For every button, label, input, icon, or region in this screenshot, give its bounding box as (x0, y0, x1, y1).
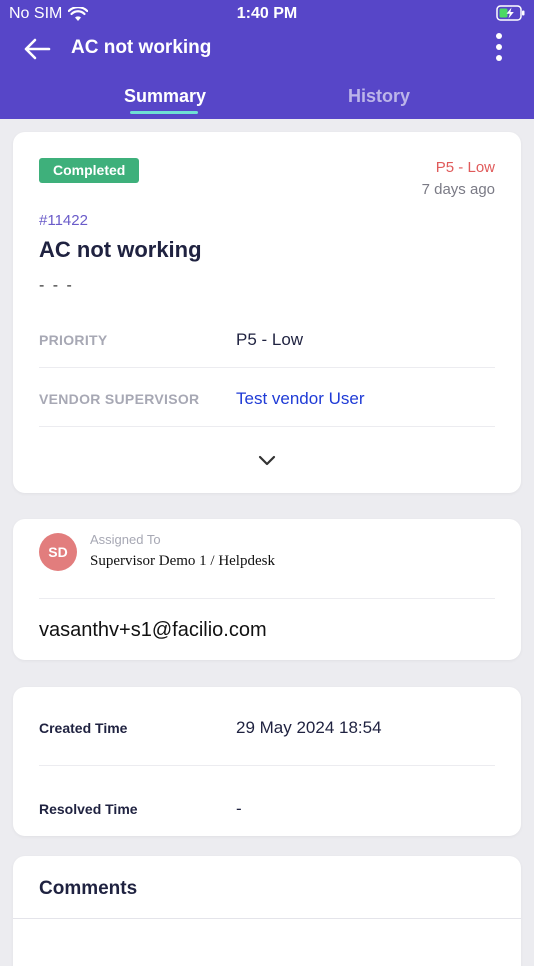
more-options-button[interactable] (490, 31, 508, 63)
assigned-to-value: Supervisor Demo 1 / Helpdesk (90, 553, 275, 569)
priority-badge: P5 - Low (435, 159, 495, 176)
page-title: AC not working (71, 37, 212, 58)
workorder-id: #11422 (39, 212, 88, 229)
comments-title: Comments (39, 878, 138, 899)
assigned-to-label: Assigned To (90, 532, 161, 547)
tab-bar: Summary History (0, 84, 534, 119)
priority-value: P5 - Low (236, 330, 304, 349)
vendor-supervisor-label: VENDOR SUPERVISOR (39, 391, 200, 407)
divider (39, 426, 495, 427)
more-vertical-icon (496, 33, 502, 61)
tab-history[interactable]: History (348, 86, 410, 107)
created-time-value: 29 May 2024 18:54 (236, 718, 382, 737)
time-card: Created Time 29 May 2024 18:54 Resolved … (13, 687, 521, 836)
status-bar: No SIM 1:40 PM (0, 0, 534, 28)
expand-button[interactable] (256, 453, 278, 467)
priority-label: PRIORITY (39, 332, 108, 348)
chevron-down-icon (258, 455, 276, 466)
age-label: 7 days ago (421, 181, 495, 198)
battery-icon (496, 4, 526, 27)
resolved-time-label: Resolved Time (39, 801, 138, 817)
divider (39, 765, 495, 766)
avatar: SD (39, 533, 77, 571)
resolved-time-value: - (236, 799, 242, 818)
divider (39, 598, 495, 599)
app-header: No SIM 1:40 PM AC not working Summary Hi… (0, 0, 534, 119)
status-time: 1:40 PM (236, 5, 298, 22)
title-row: AC not working (0, 30, 534, 70)
status-badge: Completed (39, 158, 140, 183)
summary-card: Completed P5 - Low 7 days ago #11422 AC … (13, 132, 521, 493)
tab-summary[interactable]: Summary (124, 86, 206, 107)
vendor-supervisor-link[interactable]: Test vendor User (236, 389, 365, 409)
divider (39, 367, 495, 368)
assignee-email: vasanthv+s1@facilio.com (39, 619, 267, 641)
arrow-left-icon (24, 38, 51, 60)
active-tab-indicator (130, 111, 198, 114)
back-button[interactable] (22, 36, 56, 62)
divider (13, 918, 521, 919)
workorder-description: - - - (39, 277, 74, 294)
workorder-subject: AC not working (39, 237, 202, 262)
created-time-label: Created Time (39, 720, 128, 736)
assignment-card: SD Assigned To Supervisor Demo 1 / Helpd… (13, 519, 521, 660)
